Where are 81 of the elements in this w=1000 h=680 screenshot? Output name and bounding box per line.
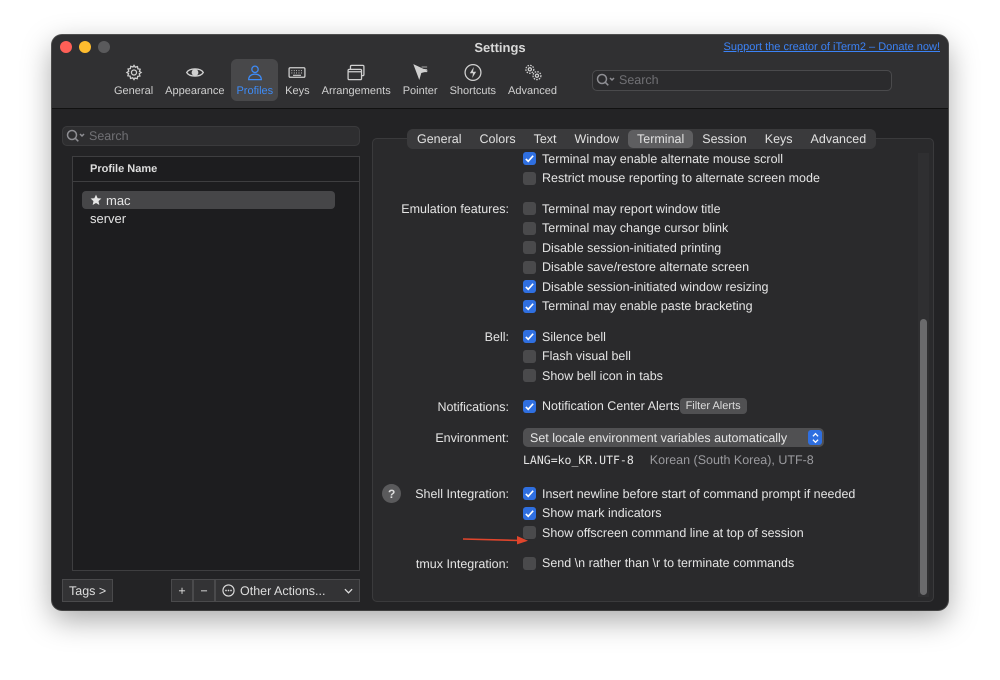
- checkbox[interactable]: [523, 241, 536, 254]
- windows-icon: [345, 63, 368, 82]
- checkbox[interactable]: [523, 260, 536, 274]
- checkbox[interactable]: [523, 330, 536, 344]
- help-button[interactable]: ?: [382, 484, 402, 503]
- other-actions-menu[interactable]: Other Actions...: [215, 579, 360, 602]
- section-label: Bell:: [484, 329, 509, 346]
- filter-alerts-button[interactable]: Filter Alerts: [680, 398, 747, 414]
- tab[interactable]: Text: [524, 130, 566, 148]
- checkbox[interactable]: [523, 152, 536, 166]
- close-button[interactable]: [60, 41, 72, 53]
- toolbar-tab[interactable]: Advanced: [503, 59, 562, 101]
- checkbox[interactable]: [523, 400, 536, 413]
- chevron-down-icon: [344, 588, 353, 594]
- checkbox-label[interactable]: Flash visual bell: [542, 349, 631, 364]
- checkbox-label[interactable]: Insert newline before start of command prompt if needed: [542, 486, 856, 501]
- toolbar-tab[interactable]: Arrangements: [316, 59, 396, 101]
- minimize-button[interactable]: [79, 41, 91, 53]
- section-label: Environment:: [435, 430, 509, 446]
- checkbox-label[interactable]: Terminal may enable paste bracketing: [542, 299, 753, 314]
- scrollbar-thumb[interactable]: [920, 319, 927, 595]
- locale-dropdown[interactable]: Set locale environment variables automatically: [523, 428, 824, 448]
- checkbox[interactable]: [523, 487, 536, 500]
- profile-row[interactable]: server: [82, 209, 335, 227]
- ellipsis-icon: [222, 584, 235, 597]
- bolt-icon: [462, 63, 484, 82]
- checkbox[interactable]: [523, 202, 536, 216]
- chevron-updown-icon: [808, 430, 822, 446]
- profile-search-field[interactable]: Search: [62, 126, 360, 146]
- tab[interactable]: Keys: [756, 130, 802, 148]
- locale-description: Korean (South Korea), UTF-8: [650, 453, 814, 467]
- donate-link[interactable]: Support the creator of iTerm2 – Donate now!: [724, 41, 940, 53]
- remove-button[interactable]: −: [193, 579, 215, 602]
- profile-row[interactable]: mac: [82, 191, 335, 209]
- tab[interactable]: Terminal: [628, 130, 694, 148]
- annotation-arrow: [463, 535, 529, 545]
- checkbox[interactable]: [523, 222, 536, 235]
- section-label: tmux Integration:: [416, 556, 509, 573]
- checkbox[interactable]: [523, 369, 536, 382]
- checkbox-label[interactable]: Silence bell: [542, 330, 606, 344]
- toolbar-tab[interactable]: Keys: [280, 59, 315, 101]
- zoom-button[interactable]: [98, 41, 110, 53]
- checkbox-label[interactable]: Show bell icon in tabs: [542, 368, 663, 383]
- checkbox-label[interactable]: Terminal may report window title: [542, 202, 721, 216]
- checkbox[interactable]: [523, 506, 536, 520]
- checkbox-label[interactable]: Restrict mouse reporting to alternate screen mode: [542, 171, 820, 186]
- checkbox-label[interactable]: Show offscreen command line at top of session: [542, 526, 804, 540]
- tab[interactable]: Colors: [470, 130, 525, 148]
- tab[interactable]: Advanced: [802, 130, 876, 148]
- checkbox[interactable]: [523, 280, 536, 294]
- toolbar-tab[interactable]: Shortcuts: [444, 59, 502, 101]
- checkbox[interactable]: [523, 300, 536, 313]
- checkbox-label[interactable]: Terminal may change cursor blink: [542, 221, 728, 236]
- tags-button[interactable]: Tags >: [62, 579, 114, 602]
- add-button[interactable]: +: [171, 579, 193, 602]
- checkbox-label[interactable]: Disable session-initiated window resizing: [542, 280, 768, 294]
- section-label: Shell Integration:: [415, 486, 509, 503]
- column-header[interactable]: Profile Name: [90, 163, 158, 175]
- checkbox[interactable]: [523, 556, 536, 570]
- window-title: Settings: [474, 40, 526, 54]
- checkbox[interactable]: [523, 526, 536, 540]
- checkbox[interactable]: [523, 350, 536, 363]
- checkbox-label[interactable]: Disable save/restore alternate screen: [542, 260, 750, 274]
- checkbox-label[interactable]: Terminal may enable alternate mouse scroll: [542, 152, 784, 166]
- search-field[interactable]: Search: [592, 70, 892, 90]
- tab[interactable]: Window: [566, 130, 628, 148]
- toolbar-tab[interactable]: Pointer: [398, 59, 443, 101]
- checkbox-label[interactable]: Show mark indicators: [542, 506, 662, 520]
- section-label: Emulation features:: [401, 201, 509, 218]
- search-icon: [596, 73, 616, 87]
- checkbox-label[interactable]: Disable session-initiated printing: [542, 240, 722, 255]
- checkbox-label[interactable]: Send \n rather than \r to terminate commands: [542, 556, 794, 570]
- checkbox-label[interactable]: Notification Center Alerts: [542, 399, 680, 414]
- checkbox[interactable]: [523, 172, 536, 185]
- section-label: Notifications:: [437, 398, 509, 416]
- locale-value: LANG=ko_KR.UTF-8: [523, 453, 634, 467]
- tab[interactable]: Session: [693, 130, 756, 148]
- tab[interactable]: General: [408, 130, 470, 148]
- toolbar-tab[interactable]: Appearance: [160, 59, 230, 101]
- search-icon: [66, 129, 86, 143]
- toolbar-tab[interactable]: General: [109, 59, 158, 101]
